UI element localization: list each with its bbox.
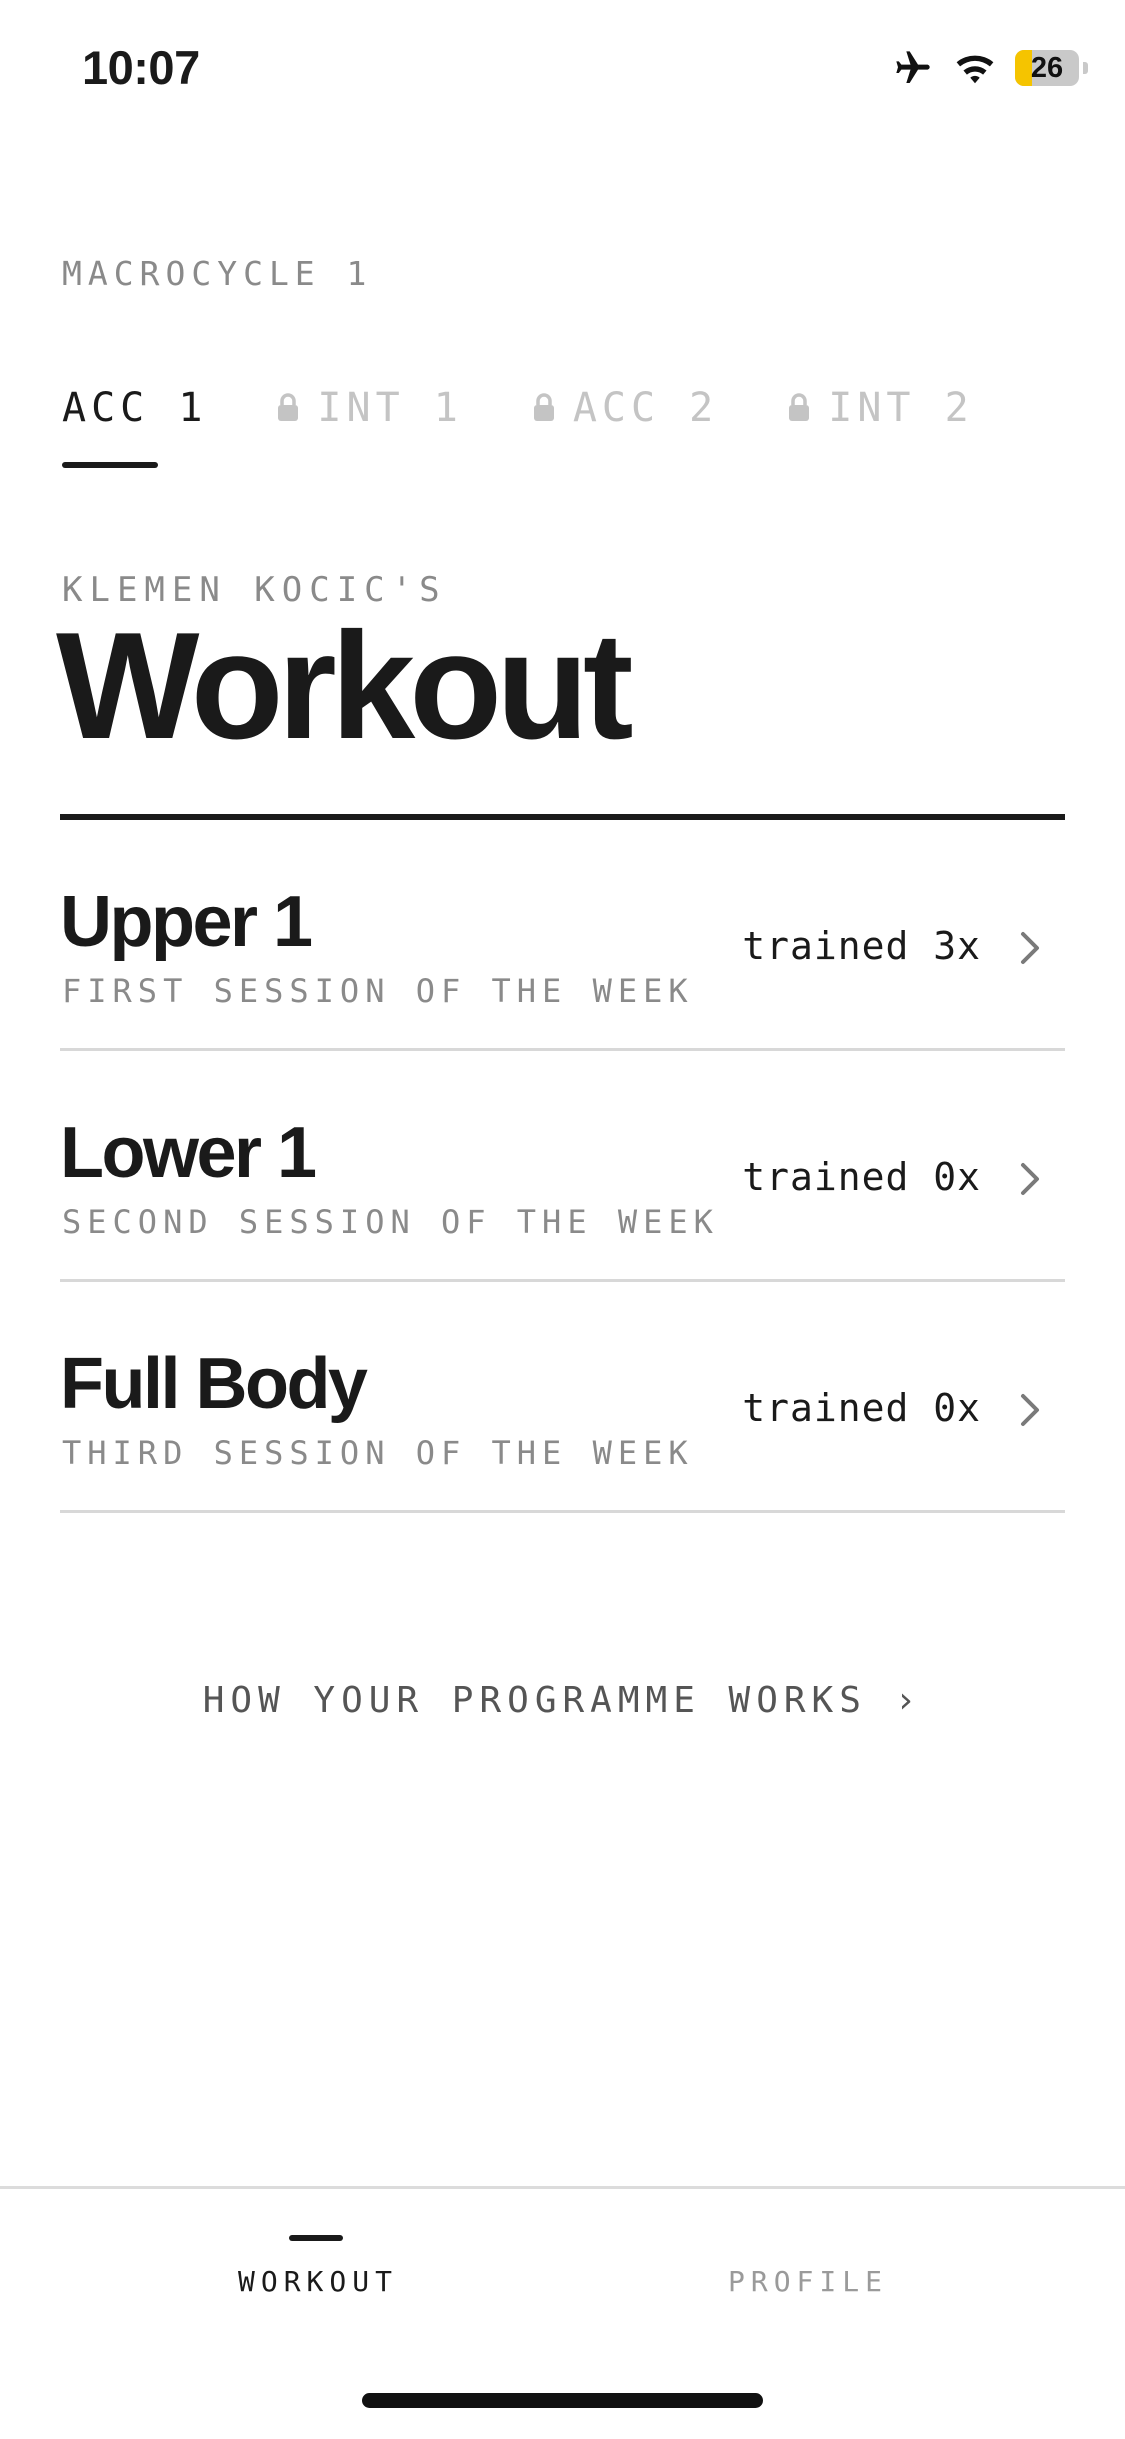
status-icons: 26: [891, 46, 1088, 90]
active-nav-indicator: [289, 2235, 343, 2241]
phase-tab-acc-2[interactable]: ACC 2: [533, 380, 718, 436]
battery-level: 26: [1030, 52, 1064, 84]
lock-icon: [533, 393, 554, 421]
active-tab-underline: [62, 462, 158, 468]
session-list: Upper 1 FIRST SESSION OF THE WEEK traine…: [60, 820, 1065, 1513]
phase-tab-label: INT 2: [828, 385, 974, 431]
wifi-icon: [956, 55, 994, 84]
session-name: Full Body: [60, 1344, 368, 1424]
nav-tab-workout[interactable]: WORKOUT: [198, 2265, 438, 2298]
macrocycle-label: MACROCYCLE 1: [62, 254, 373, 293]
session-trained-count: trained 0x: [742, 1155, 981, 1199]
status-time: 10:07: [82, 41, 200, 94]
nav-tab-profile[interactable]: PROFILE: [688, 2265, 928, 2298]
session-row-upper-1[interactable]: Upper 1 FIRST SESSION OF THE WEEK traine…: [60, 820, 1065, 1051]
phase-tab-label: INT 1: [317, 385, 463, 431]
session-subtitle: SECOND SESSION OF THE WEEK: [62, 1203, 719, 1241]
phase-tab-int-1[interactable]: INT 1: [277, 380, 462, 436]
status-bar: 10:07 26: [0, 0, 1125, 140]
chevron-right-icon: [1021, 932, 1039, 964]
session-row-lower-1[interactable]: Lower 1 SECOND SESSION OF THE WEEK train…: [60, 1051, 1065, 1282]
phase-tab-label: ACC 1: [62, 385, 208, 431]
lock-icon: [278, 393, 299, 421]
chevron-right-icon: [1021, 1163, 1039, 1195]
session-trained-count: trained 0x: [742, 1386, 981, 1430]
session-subtitle: FIRST SESSION OF THE WEEK: [62, 972, 694, 1010]
phase-tab-int-2[interactable]: INT 2: [788, 380, 973, 436]
phase-tabs: ACC 1 INT 1 ACC 2 INT 2: [62, 380, 1044, 468]
session-name: Lower 1: [60, 1113, 317, 1193]
phase-tab-label: ACC 2: [572, 385, 719, 431]
phase-tab-acc-1[interactable]: ACC 1: [62, 380, 208, 468]
airplane-icon: [896, 51, 930, 83]
session-row-full-body[interactable]: Full Body THIRD SESSION OF THE WEEK trai…: [60, 1282, 1065, 1513]
page-title: Workout: [56, 601, 634, 771]
home-indicator: [362, 2393, 763, 2408]
session-trained-count: trained 3x: [742, 924, 981, 968]
chevron-right-icon: [1021, 1394, 1039, 1426]
session-name: Upper 1: [60, 882, 313, 962]
programme-info-link[interactable]: HOW YOUR PROGRAMME WORKS ›: [0, 1680, 1125, 1721]
session-subtitle: THIRD SESSION OF THE WEEK: [62, 1434, 694, 1472]
battery-icon: 26: [1015, 50, 1088, 86]
lock-icon: [789, 393, 810, 421]
